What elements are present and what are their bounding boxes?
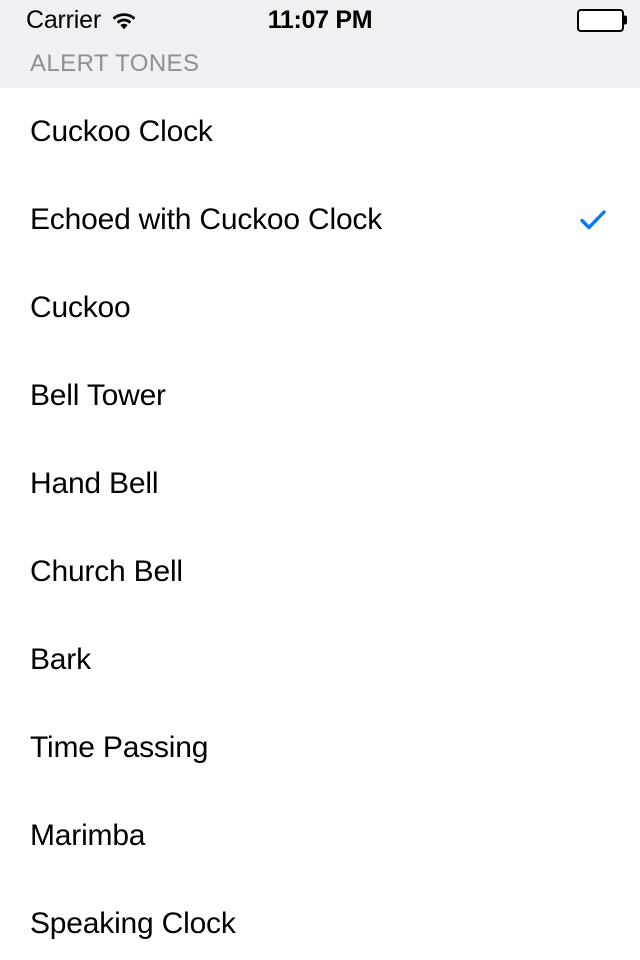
status-bar-time: 11:07 PM	[267, 5, 373, 34]
tone-label: Hand Bell	[30, 467, 159, 500]
status-bar-right	[577, 0, 627, 40]
tone-label: Time Passing	[30, 731, 209, 764]
tone-label: Marimba	[30, 819, 146, 852]
section-header: ALERT TONES	[0, 40, 640, 88]
alert-tones-screen: Carrier 11:07 PM ALERT TONES Cuckoo Cloc…	[0, 0, 640, 960]
list-item[interactable]: Bell Tower	[0, 352, 640, 440]
list-item[interactable]: Marimba	[0, 792, 640, 880]
alert-tones-list: Cuckoo Clock Echoed with Cuckoo Clock Cu…	[0, 88, 640, 960]
tone-label: Church Bell	[30, 555, 183, 588]
tone-label: Cuckoo	[30, 291, 131, 324]
battery-cap	[624, 15, 627, 25]
status-bar: Carrier 11:07 PM	[0, 0, 640, 40]
list-item[interactable]: Echoed with Cuckoo Clock	[0, 176, 640, 264]
tone-label: Bark	[30, 643, 91, 676]
section-header-label: ALERT TONES	[30, 50, 200, 77]
tone-label: Echoed with Cuckoo Clock	[30, 203, 383, 236]
checkmark-icon	[578, 205, 608, 235]
tone-label: Cuckoo Clock	[30, 115, 213, 148]
battery-icon	[577, 8, 627, 32]
list-item[interactable]: Time Passing	[0, 704, 640, 792]
list-item[interactable]: Cuckoo	[0, 264, 640, 352]
tone-label: Bell Tower	[30, 379, 166, 412]
list-item[interactable]: Speaking Clock	[0, 880, 640, 960]
list-item[interactable]: Cuckoo Clock	[0, 88, 640, 176]
tone-label: Speaking Clock	[30, 907, 236, 940]
list-item[interactable]: Hand Bell	[0, 440, 640, 528]
list-item[interactable]: Bark	[0, 616, 640, 704]
list-item[interactable]: Church Bell	[0, 528, 640, 616]
